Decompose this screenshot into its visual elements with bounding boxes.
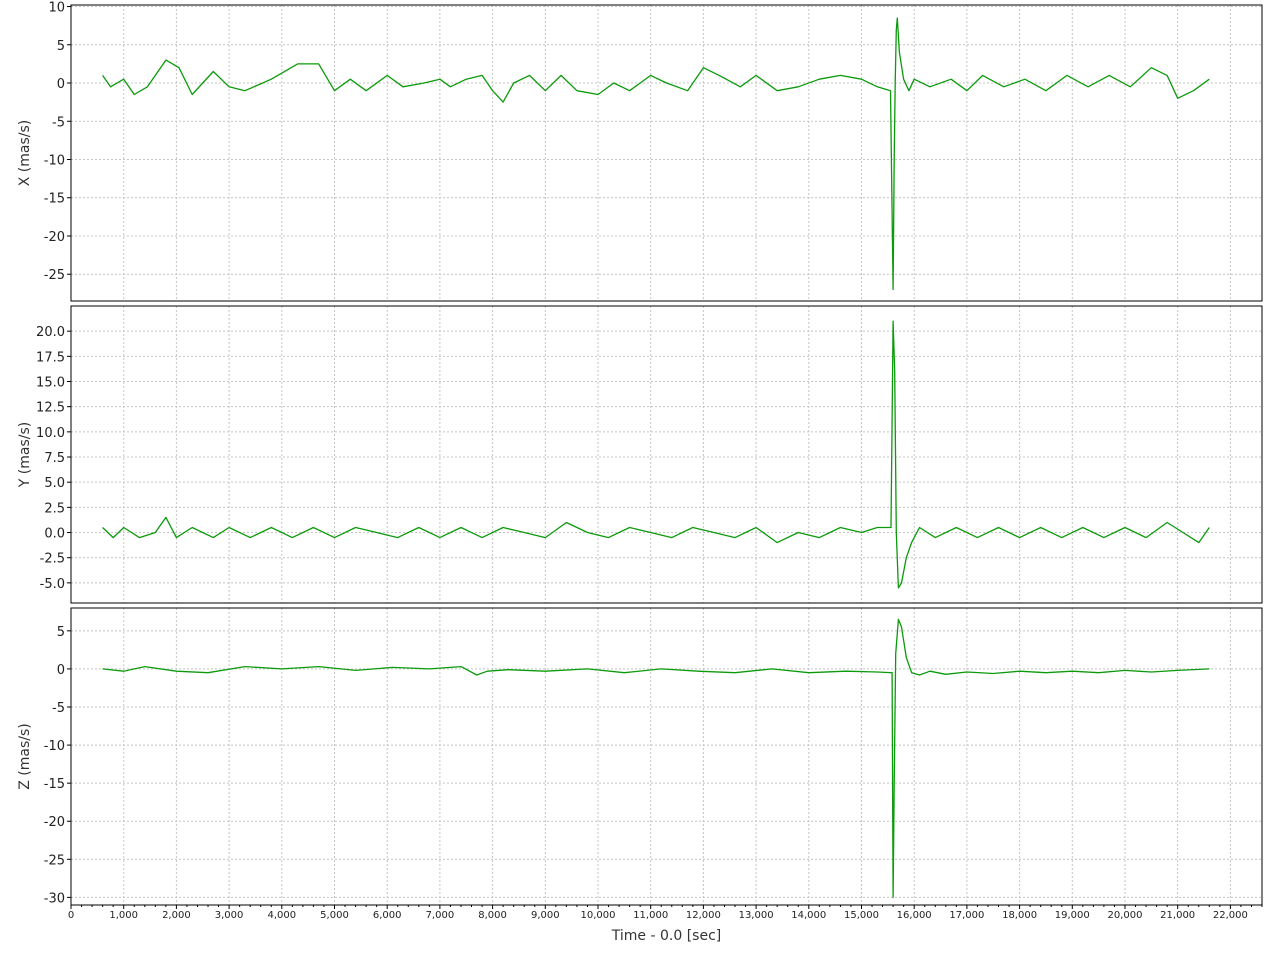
panel-z-ytick-label-3: -10 — [44, 739, 65, 754]
x-tick-label-15: 15,000 — [844, 910, 879, 921]
x-tick-label-20: 20,000 — [1107, 910, 1142, 921]
panel-z-ytick-label-1: 0 — [57, 663, 65, 678]
panel-y-ytick-label-7: 2.5 — [44, 501, 65, 516]
panel-x-ytick-label-2: 0 — [57, 77, 65, 92]
panel-y-ytick-label-0: 20.0 — [36, 325, 65, 340]
panel-x: 10 5 0 -5 -10 -15 -20 -25 X (mas/s) — [17, 1, 1263, 302]
panel-z-ytick-label-7: -30 — [44, 891, 65, 906]
panel-z-ytick-label-0: 5 — [57, 625, 65, 640]
panel-z-ytick-label-5: -20 — [44, 815, 65, 830]
x-tick-label-18: 18,000 — [1002, 910, 1037, 921]
panel-y-ytick-label-10: -5.0 — [40, 577, 65, 592]
x-tick-label-4: 4,000 — [267, 910, 296, 921]
panel-x-ytick-label-4: -10 — [44, 154, 65, 169]
panel-y-ytick-label-1: 17.5 — [36, 350, 65, 365]
x-tick-label-22: 22,000 — [1213, 910, 1248, 921]
panel-z-ytick-label-2: -5 — [52, 701, 65, 716]
panel-x-ytick-label-7: -25 — [44, 268, 65, 283]
panel-x-ytick-label-3: -5 — [52, 115, 65, 130]
panel-x-ytick-label-0: 10 — [48, 1, 65, 16]
panel-x-ytick-label-5: -15 — [44, 192, 65, 207]
x-tick-label-9: 9,000 — [531, 910, 560, 921]
x-axis-title: Time - 0.0 [sec] — [611, 928, 721, 944]
panel-y-background — [70, 305, 1263, 604]
panel-y-ytick-label-2: 15.0 — [36, 376, 65, 391]
x-tick-label-7: 7,000 — [426, 910, 455, 921]
panel-y-y-axis-title: Y (mas/s) — [17, 422, 33, 488]
x-tick-label-13: 13,000 — [739, 910, 774, 921]
x-tick-label-8: 8,000 — [478, 910, 507, 921]
panel-z-ytick-label-4: -15 — [44, 777, 65, 792]
x-tick-label-21: 21,000 — [1160, 910, 1195, 921]
x-tick-label-19: 19,000 — [1055, 910, 1090, 921]
panel-x-ytick-label-6: -20 — [44, 230, 65, 245]
panel-y-ytick-label-3: 12.5 — [36, 401, 65, 416]
x-tick-label-10: 10,000 — [580, 910, 615, 921]
x-tick-label-5: 5,000 — [320, 910, 349, 921]
panel-z-y-axis-title: Z (mas/s) — [17, 723, 33, 790]
panel-x-y-axis-title: X (mas/s) — [17, 120, 33, 187]
panel-y-ytick-label-8: 0.0 — [44, 527, 65, 542]
chart-area: 10 5 0 -5 -10 -15 -20 -25 X (mas/s) 20.0 17.5 15.0 1… — [0, 0, 1270, 950]
panel-y-ytick-label-9: -2.5 — [40, 552, 65, 567]
panel-y: 20.0 17.5 15.0 12.5 10.0 7.5 5.0 2.5 0.0 -2.5 -5.0… — [17, 305, 1263, 604]
x-tick-label-11: 11,000 — [633, 910, 668, 921]
panel-x-ytick-label-1: 5 — [57, 39, 65, 54]
panel-y-ytick-label-4: 10.0 — [36, 426, 65, 441]
x-tick-label-16: 16,000 — [897, 910, 932, 921]
panel-y-ytick-label-5: 7.5 — [44, 451, 65, 466]
panels-layer: 10 5 0 -5 -10 -15 -20 -25 X (mas/s) 20.0 17.5 15.0 1… — [17, 1, 1263, 921]
x-tick-label-0: 0 — [68, 910, 74, 921]
panel-z-ytick-label-6: -25 — [44, 853, 65, 868]
x-tick-label-1: 1,000 — [109, 910, 138, 921]
x-tick-label-2: 2,000 — [162, 910, 191, 921]
x-tick-label-6: 6,000 — [373, 910, 402, 921]
x-tick-label-14: 14,000 — [791, 910, 826, 921]
x-tick-label-12: 12,000 — [686, 910, 721, 921]
panel-y-ytick-label-6: 5.0 — [44, 476, 65, 491]
velocity-chart: 10 5 0 -5 -10 -15 -20 -25 X (mas/s) 20.0 17.5 15.0 1… — [17, 1, 1263, 944]
x-tick-label-3: 3,000 — [215, 910, 244, 921]
x-tick-label-17: 17,000 — [949, 910, 984, 921]
panel-z: 5 0 -5 -10 -15 -20 -25 -30 Z (mas/s) — [17, 607, 1263, 906]
panel-x-background — [70, 4, 1263, 302]
panel-z-background — [70, 607, 1263, 906]
